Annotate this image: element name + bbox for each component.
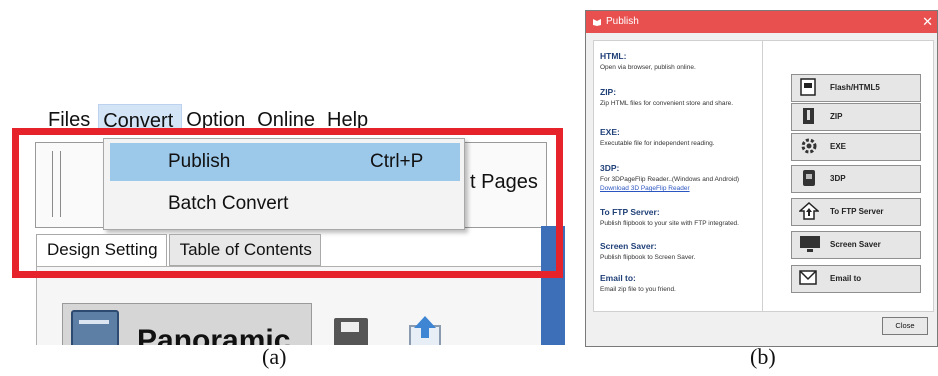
option-heading: To FTP Server: [600,207,660,217]
close-button[interactable]: Close [882,317,928,335]
dialog-title: Publish [606,16,639,27]
exe-button[interactable]: EXE [791,133,921,161]
option-zip: ZIP: Zip HTML files for convenient store… [600,87,758,108]
option-description: Publish flipbook to Screen Saver. [600,254,696,261]
option-3dp: 3DP: For 3DPageFlip Reader..(Windows and… [600,163,758,193]
upload-house-icon [799,202,819,220]
options-description-pane: HTML: Open via browser, publish online. … [593,40,763,312]
panoramic-label: Panoramic [137,324,291,345]
button-label: 3DP [830,174,846,183]
option-ftp: To FTP Server: Publish flipbook to your … [600,207,758,228]
option-description: Publish flipbook to your site with FTP i… [600,220,739,227]
upload-icon[interactable] [404,312,446,345]
button-label: Email to [830,274,862,283]
option-description: Zip HTML files for convenient store and … [600,100,734,107]
3dp-button[interactable]: 3DP [791,165,921,193]
option-heading: HTML: [600,51,627,61]
button-label: ZIP [830,112,843,121]
option-heading: Screen Saver: [600,241,657,251]
option-heading: EXE: [600,127,620,137]
email-icon [799,270,817,285]
option-email: Email to: Email zip file to you friend. [600,273,758,294]
option-screen-saver: Screen Saver: Publish flipbook to Screen… [600,241,758,262]
app-icon [593,19,601,26]
option-heading: 3DP: [600,163,620,173]
caption-a: (a) [262,344,287,369]
close-icon[interactable]: ✕ [922,11,933,33]
button-label: EXE [830,142,847,151]
zip-button[interactable]: ZIP [791,103,921,131]
button-label: Flash/HTML5 [830,83,880,92]
flash-html5-button[interactable]: Flash/HTML5 [791,74,921,102]
option-description: Open via browser, publish online. [600,64,696,71]
caption-b: (b) [750,344,776,369]
publish-buttons-pane: Flash/HTML5 ZIP EXE 3DP To FTP Server Sc… [762,40,934,312]
zip-file-icon [803,108,814,124]
panel-a: Files Convert Option Online Help t Pages… [0,0,565,345]
option-description: For 3DPageFlip Reader..(Windows and Andr… [600,176,740,183]
option-exe: EXE: Executable file for independent rea… [600,127,758,148]
publish-dialog: Publish ✕ HTML: Open via browser, publis… [585,10,938,347]
email-to-button[interactable]: Email to [791,265,921,293]
option-description: Email zip file to you friend. [600,286,676,293]
book-icon [71,310,119,345]
option-heading: Email to: [600,273,636,283]
monitor-icon [800,236,820,252]
highlight-frame [12,128,563,278]
dialog-titlebar: Publish ✕ [586,11,937,33]
3dp-file-icon [803,170,815,186]
download-reader-link[interactable]: Download 3D PageFlip Reader [600,184,758,193]
button-label: Screen Saver [830,240,881,249]
screen-saver-button[interactable]: Screen Saver [791,231,921,259]
option-description: Executable file for independent reading. [600,140,715,147]
button-label: To FTP Server [830,207,884,216]
save-icon[interactable] [334,318,368,345]
ftp-server-button[interactable]: To FTP Server [791,198,921,226]
html-file-icon [800,78,816,96]
option-html: HTML: Open via browser, publish online. [600,51,758,72]
gear-icon [801,138,817,154]
option-heading: ZIP: [600,87,617,97]
panoramic-button[interactable]: Panoramic [62,303,312,345]
